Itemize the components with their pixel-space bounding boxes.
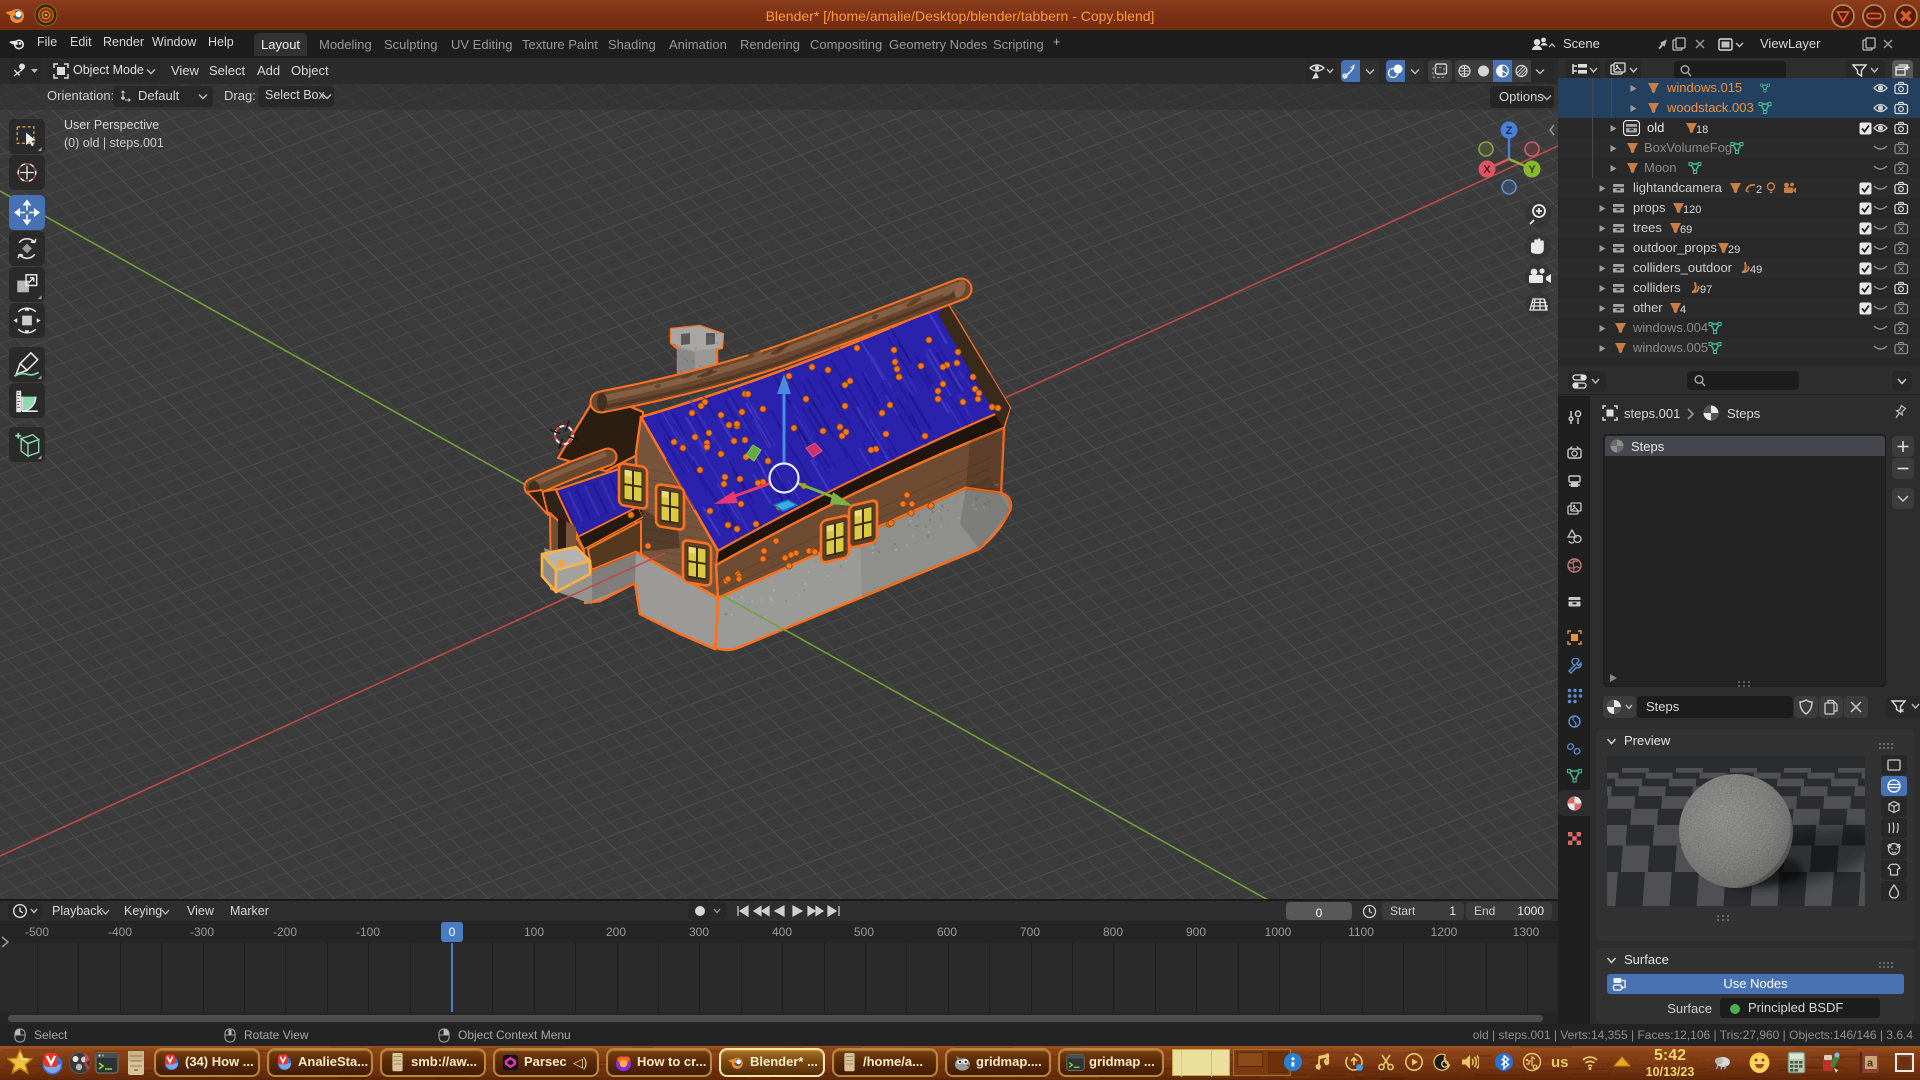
svg-text:X: X — [1483, 164, 1491, 176]
svg-text:(0) old | steps.001: (0) old | steps.001 — [64, 136, 164, 150]
svg-text:User Perspective: User Perspective — [64, 118, 159, 132]
svg-text:a: a — [1867, 1058, 1874, 1070]
svg-text:us: us — [1551, 1054, 1569, 1071]
svg-text:Z: Z — [1506, 125, 1513, 137]
svg-text:Y: Y — [1528, 164, 1536, 176]
